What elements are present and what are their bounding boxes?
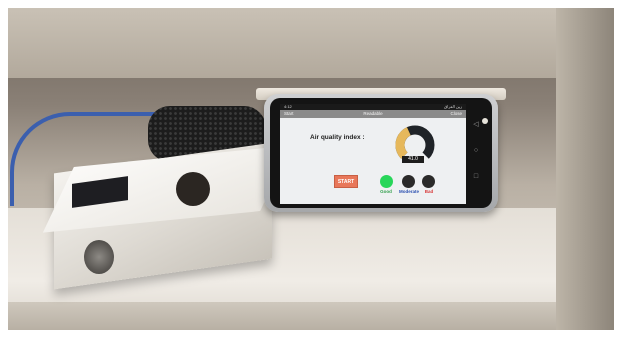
android-nav-keys: ◁ ○ □	[470, 112, 482, 192]
back-icon[interactable]: ◁	[470, 112, 482, 138]
shelf-side-wall	[556, 8, 614, 330]
shelf-edge	[8, 302, 614, 330]
shelf-back	[8, 8, 614, 78]
box-logo-icon	[176, 172, 210, 206]
actionbar-close[interactable]: Close	[450, 110, 462, 118]
bad-indicator	[422, 175, 435, 188]
camera-icon	[482, 118, 488, 124]
moderate-indicator	[402, 175, 415, 188]
phone-screen: 4:12 زين العراق Start Readable Close Air…	[280, 104, 466, 204]
home-icon[interactable]: ○	[470, 138, 482, 164]
app-action-bar: Start Readable Close	[280, 110, 466, 118]
good-indicator	[380, 175, 393, 188]
aqi-label: Air quality index :	[310, 134, 365, 141]
actionbar-title: Readable	[363, 111, 383, 116]
gauge-value: 41.0	[402, 156, 424, 163]
start-button[interactable]: START	[334, 175, 358, 188]
gauge-fill	[395, 127, 412, 159]
gas-sensor	[84, 240, 114, 274]
photo-scene: 4:12 زين العراق Start Readable Close Air…	[8, 8, 614, 330]
bad-label: Bad	[424, 189, 434, 194]
recents-icon[interactable]: □	[470, 164, 482, 190]
